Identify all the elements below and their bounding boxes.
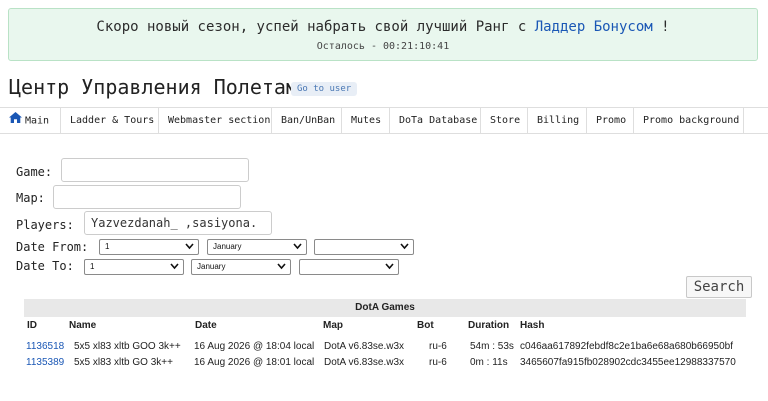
column-header-date: Date bbox=[195, 320, 217, 331]
game-input[interactable] bbox=[61, 158, 249, 182]
date-from-year-select[interactable] bbox=[314, 239, 414, 255]
date-from-label: Date From: bbox=[16, 240, 89, 254]
chevron-down-icon bbox=[400, 241, 409, 256]
nav-item-billing[interactable]: Billing bbox=[528, 108, 587, 133]
ladder-bonus-link[interactable]: Ладдер Бонусом bbox=[535, 19, 653, 35]
game-map: DotA v6.83se.w3x bbox=[324, 341, 405, 352]
nav-item-ban-unban[interactable]: Ban/UnBan bbox=[272, 108, 342, 133]
game-name: 5x5 xl83 xltb GOO 3k++ bbox=[74, 341, 181, 352]
main-nav: Main Ladder & Tours Webmaster section Ba… bbox=[0, 107, 768, 134]
date-from-month-select[interactable]: January bbox=[207, 239, 307, 255]
game-date: 16 Aug 2026 @ 18:01 local bbox=[194, 357, 315, 368]
nav-item-store[interactable]: Store bbox=[481, 108, 528, 133]
chevron-down-icon bbox=[293, 241, 302, 256]
map-input[interactable] bbox=[53, 185, 241, 209]
table-title: DotA Games bbox=[24, 299, 746, 317]
players-label: Players: bbox=[16, 218, 74, 232]
game-id-link[interactable]: 1135389 bbox=[26, 357, 64, 368]
date-to-year-select[interactable] bbox=[299, 259, 399, 275]
game-duration: 54m : 53s bbox=[470, 341, 514, 352]
column-header-id: ID bbox=[27, 320, 37, 331]
game-label: Game: bbox=[16, 165, 53, 179]
game-hash: c046aa617892febdf8c2e1ba6e68a680b66950bf bbox=[520, 341, 733, 352]
home-icon bbox=[9, 108, 22, 133]
chevron-down-icon bbox=[385, 261, 394, 276]
season-banner: Скоро новый сезон, успей набрать свой лу… bbox=[8, 8, 758, 61]
banner-message: Скоро новый сезон, успей набрать свой лу… bbox=[96, 19, 670, 35]
nav-item-promo-background[interactable]: Promo background bbox=[634, 108, 744, 133]
map-label: Map: bbox=[16, 191, 45, 205]
game-name: 5x5 xl83 xltb GO 3k++ bbox=[74, 357, 173, 368]
column-header-map: Map bbox=[323, 320, 343, 331]
date-to-day-select[interactable]: 1 bbox=[84, 259, 184, 275]
game-hash: 3465607fa915fb028902cdc3455ee12988337570 bbox=[520, 357, 736, 368]
nav-item-ladder-tours[interactable]: Ladder & Tours bbox=[61, 108, 159, 133]
go-to-user-button[interactable]: Go to user bbox=[291, 82, 358, 96]
game-duration: 0m : 11s bbox=[470, 357, 508, 368]
column-header-duration: Duration bbox=[468, 320, 510, 331]
game-id-link[interactable]: 1136518 bbox=[26, 341, 64, 352]
date-from-day-select[interactable]: 1 bbox=[99, 239, 199, 255]
column-header-name: Name bbox=[69, 320, 97, 331]
chevron-down-icon bbox=[185, 241, 194, 256]
game-map: DotA v6.83se.w3x bbox=[324, 357, 405, 368]
date-to-label: Date To: bbox=[16, 259, 74, 273]
nav-item-main[interactable]: Main bbox=[0, 108, 61, 133]
game-date: 16 Aug 2026 @ 18:04 local bbox=[194, 341, 315, 352]
nav-item-webmaster[interactable]: Webmaster section bbox=[159, 108, 272, 133]
game-bot: ru-6 bbox=[429, 341, 447, 352]
column-header-bot: Bot bbox=[417, 320, 434, 331]
nav-item-promo[interactable]: Promo bbox=[587, 108, 634, 133]
nav-item-mutes[interactable]: Mutes bbox=[342, 108, 390, 133]
nav-item-dota-database[interactable]: DoTa Database bbox=[390, 108, 481, 133]
chevron-down-icon bbox=[170, 261, 179, 276]
page-title: Центр Управления Полетами bbox=[9, 75, 311, 99]
players-input[interactable]: Yazvezdanah_ ,sasiyona. bbox=[84, 211, 272, 235]
search-button[interactable]: Search bbox=[686, 276, 752, 298]
game-bot: ru-6 bbox=[429, 357, 447, 368]
column-header-hash: Hash bbox=[520, 320, 545, 331]
season-countdown: Осталось - 00:21:10:41 bbox=[316, 41, 450, 52]
chevron-down-icon bbox=[277, 261, 286, 276]
date-to-month-select[interactable]: January bbox=[191, 259, 291, 275]
